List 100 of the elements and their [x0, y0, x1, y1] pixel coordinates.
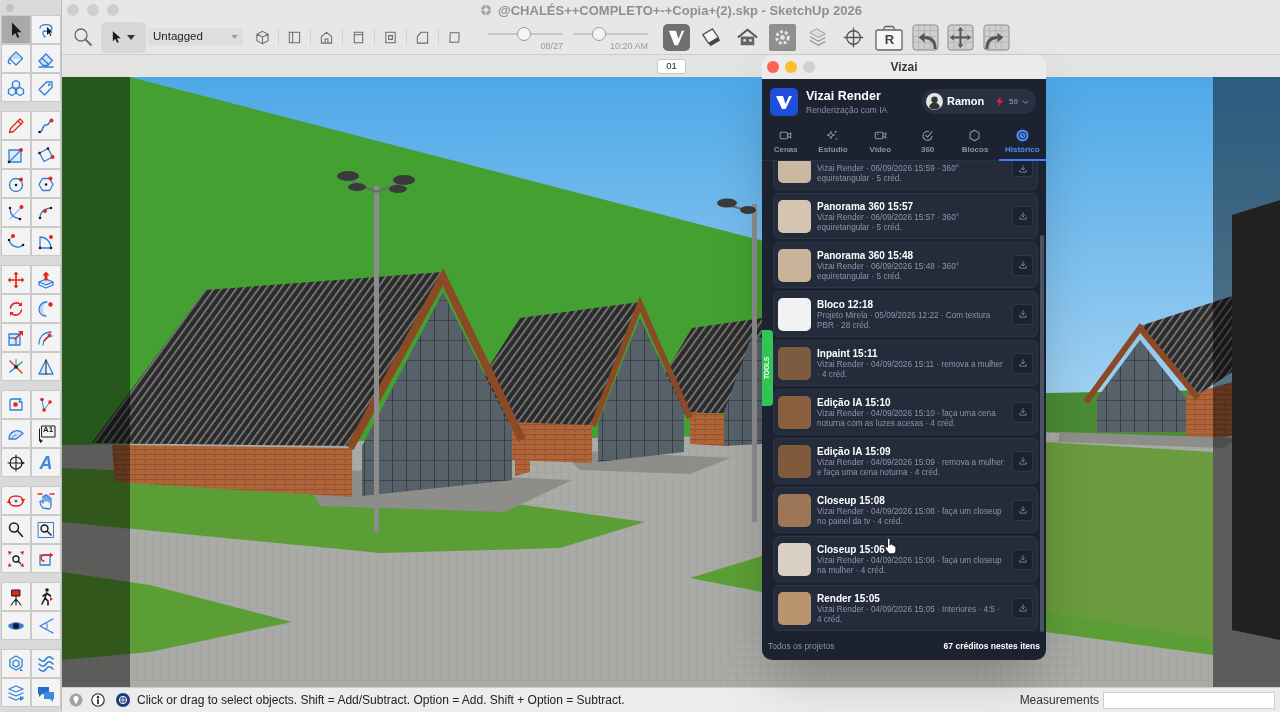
download-button[interactable]	[1012, 205, 1033, 227]
tool-button[interactable]	[1, 15, 31, 44]
house-view-icon[interactable]	[319, 29, 334, 45]
tool-button[interactable]	[1, 544, 31, 573]
slab-arrow-icon	[36, 269, 56, 290]
crosshair-icon	[6, 452, 26, 473]
slider-thumb[interactable]	[517, 26, 531, 41]
item-details: Vizai Render · 06/09/2026 15:57 · 360° equiretangular · 5 créd.	[817, 212, 960, 233]
item-details: Vizai Render · 04/09/2026 15:11 · remova a mulher · 4 créd.	[817, 359, 1004, 380]
measurements-field[interactable]	[1103, 691, 1275, 709]
right-view-icon[interactable]	[351, 29, 366, 45]
hand-icon	[36, 490, 56, 511]
download-button[interactable]	[1012, 254, 1033, 276]
slider-track[interactable]	[488, 26, 563, 41]
tool-button[interactable]	[1, 611, 31, 640]
credits-total: 67 créditos nestes itens	[943, 640, 1040, 653]
arc-icon	[6, 202, 26, 223]
history-item[interactable]: Render 15:05 Vizai Render · 04/09/2026 15:05 · Interiores · 4:5 · 4 créd.	[773, 585, 1038, 631]
grid-arrow-icon[interactable]	[911, 23, 939, 51]
download-button[interactable]	[1012, 303, 1033, 325]
history-item[interactable]: Panorama 360 15:48 Vizai Render · 06/09/2026 15:48 · 360° equiretangular · 5 créd.	[773, 242, 1038, 288]
download-icon	[1017, 211, 1028, 221]
search-icon[interactable]	[73, 27, 93, 47]
clock-icon	[1015, 129, 1029, 142]
tool-button[interactable]	[31, 515, 61, 544]
item-title: Inpaint 15:11	[817, 346, 878, 360]
grid-arrow-icon[interactable]	[982, 23, 1010, 51]
slider-reading: 10:20 AM	[609, 40, 648, 51]
history-item[interactable]: Inpaint 15:11 Vizai Render · 04/09/2026 15:11 · remova a mulher · 4 créd.	[773, 340, 1038, 386]
tag-dropdown[interactable]: Untagged	[148, 28, 243, 46]
lightning-bolt-icon	[996, 96, 1004, 107]
download-button[interactable]	[1012, 352, 1033, 374]
back-view-icon[interactable]	[383, 29, 398, 45]
photo-placeholder	[778, 493, 811, 527]
photo-placeholder	[778, 444, 811, 478]
left-view-icon[interactable]	[415, 29, 430, 45]
info-icon[interactable]	[91, 693, 105, 707]
location-pin-icon[interactable]	[69, 693, 83, 707]
item-details: Vizai Render · 04/09/2026 15:05 · Interiores · 4:5 · 4 créd.	[817, 604, 1001, 625]
download-button[interactable]	[1012, 401, 1033, 423]
download-button[interactable]	[1012, 548, 1033, 570]
scene-tab[interactable]: 01	[657, 58, 686, 74]
download-icon	[1017, 505, 1028, 515]
sparkles-icon	[826, 129, 840, 142]
item-title: Bloco 12:18	[817, 297, 874, 311]
history-item[interactable]: Edição IA 15:09 Vizai Render · 04/09/2026 15:09 · remova a mulher e faça uma cena noturna · 4 créd.	[773, 438, 1038, 484]
download-icon	[1017, 260, 1028, 270]
item-title: Edição IA 15:09	[817, 444, 891, 458]
photo-placeholder	[778, 591, 811, 625]
download-button[interactable]	[1012, 597, 1033, 619]
download-icon	[1017, 554, 1028, 564]
history-item[interactable]: Vizai Render · 06/09/2026 15:59 · 360° equiretangular · 5 créd.	[773, 161, 1038, 190]
history-item[interactable]: Bloco 12:18 Projeto Mirela · 05/09/2026 12:22 · Com textura PBR · 28 créd.	[773, 291, 1038, 337]
tab[interactable]: Estúdio	[809, 124, 857, 161]
item-title: Closeup 15:06	[817, 542, 885, 556]
photo-placeholder	[778, 346, 811, 380]
item-details: Vizai Render · 04/09/2026 15:06 · faça um closeup na mulher · 4 créd.	[817, 555, 1003, 576]
hexagons-icon	[6, 77, 26, 98]
project-scope-label: Todos os projetos	[768, 640, 835, 653]
tool-button[interactable]	[1, 582, 31, 611]
gear-icon[interactable]	[769, 23, 797, 51]
crescent-icon	[36, 298, 56, 319]
download-button[interactable]	[1012, 161, 1033, 177]
tool-button[interactable]: A1	[31, 419, 61, 448]
logo-icon[interactable]	[663, 23, 690, 51]
history-item[interactable]: Panorama 360 15:57 Vizai Render · 06/09/2026 15:57 · 360° equiretangular · 5 créd.	[773, 193, 1038, 239]
camera-icon	[875, 23, 904, 51]
history-item[interactable]: Closeup 15:06 Vizai Render · 04/09/2026 15:06 · faça um closeup na mulher · 4 créd.	[773, 536, 1038, 582]
zoom-icon	[6, 519, 26, 540]
user-pill[interactable]: Ramon 59	[922, 89, 1036, 114]
top-view-icon[interactable]	[287, 29, 302, 45]
cube-view-icon[interactable]	[255, 29, 270, 45]
grid-arrows-icon[interactable]	[947, 23, 975, 51]
item-details: Vizai Render · 06/09/2026 15:48 · 360° equiretangular · 5 créd.	[817, 261, 960, 282]
item-details: Vizai Render · 04/09/2026 15:10 · faça uma cena noturna com as luzes acesas · 4 créd.	[817, 408, 997, 429]
scrollbar[interactable]	[1040, 235, 1044, 632]
photo-placeholder	[778, 297, 811, 331]
nested-hexagon-icon	[6, 653, 26, 674]
tab[interactable]: Cenas	[762, 124, 810, 161]
select-tool-dropdown[interactable]	[101, 21, 146, 53]
photo-placeholder	[778, 542, 811, 576]
globe-icon[interactable]	[116, 693, 130, 707]
history-item[interactable]: Closeup 15:08 Vizai Render · 04/09/2026 15:08 · faça um closeup no painel da tv · 4 créd.	[773, 487, 1038, 533]
tab[interactable]: 360	[904, 124, 952, 161]
slider-thumb[interactable]	[592, 26, 607, 41]
download-button[interactable]	[1012, 450, 1033, 472]
avatar-icon	[926, 93, 943, 110]
tool-button[interactable]	[1, 448, 31, 477]
tab[interactable]: Blocos	[951, 124, 999, 161]
tool-button[interactable]	[31, 582, 61, 611]
tab[interactable]: Vídeo	[856, 124, 904, 161]
render-camera-button[interactable]: R	[875, 23, 904, 51]
download-button[interactable]	[1012, 499, 1033, 521]
history-item[interactable]: Edição IA 15:10 Vizai Render · 04/09/2026 15:10 · faça uma cena noturna com as luzes acesas · 4 créd.	[773, 389, 1038, 435]
item-details: Projeto Mirela · 05/09/2026 12:22 · Com textura PBR · 28 créd.	[817, 310, 992, 331]
bottom-view-icon[interactable]	[447, 29, 462, 45]
close-button[interactable]	[767, 61, 779, 73]
tool-button[interactable]	[1, 515, 31, 544]
arrow-cursor-icon	[112, 30, 122, 44]
slider-track[interactable]	[573, 26, 648, 41]
